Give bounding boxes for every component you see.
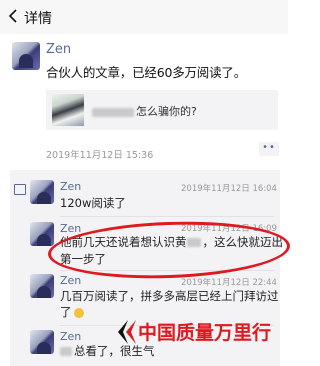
comment-avatar[interactable] — [30, 222, 54, 246]
article-title: 怎么骗你的? — [92, 103, 197, 119]
avatar[interactable] — [12, 42, 40, 70]
post-author[interactable]: Zen — [46, 42, 71, 57]
comment-text: 几百万阅读了，拼多多高层已经上门拜访过 — [60, 289, 279, 303]
comment-avatar[interactable] — [30, 274, 54, 298]
comment-text: 总看了，很生气 — [60, 343, 155, 360]
divider — [60, 216, 274, 217]
comment-time: 2019年11月12日 16:04 — [181, 184, 277, 194]
post-text: 合伙人的文章，已经60多万阅读了。 — [46, 65, 247, 80]
more-actions-button[interactable]: •• — [259, 142, 279, 156]
comment-text-line2: 了 — [60, 304, 84, 321]
comment-icon — [14, 184, 26, 195]
watermark-logo-icon — [118, 320, 136, 344]
page-title: 详情 — [24, 11, 52, 27]
emoji-icon — [73, 307, 84, 318]
post-timestamp: 2019年11月12日 15:36 — [46, 150, 154, 161]
redacted-text — [60, 347, 72, 356]
comment-author[interactable]: Zen — [60, 180, 81, 193]
comment-author[interactable]: Zen — [60, 274, 81, 287]
comment-author[interactable]: Zen — [60, 330, 81, 343]
back-arrow-icon[interactable] — [8, 9, 18, 23]
article-thumbnail — [52, 94, 84, 126]
redacted-text — [92, 107, 134, 117]
comment-avatar[interactable] — [30, 330, 54, 354]
watermark-text: 中国质量万里行 — [138, 322, 272, 344]
comment-avatar[interactable] — [30, 180, 54, 204]
comment-text: 120w阅读了 — [60, 196, 126, 210]
comment-time: 2019年11月12日 22:44 — [181, 278, 277, 288]
